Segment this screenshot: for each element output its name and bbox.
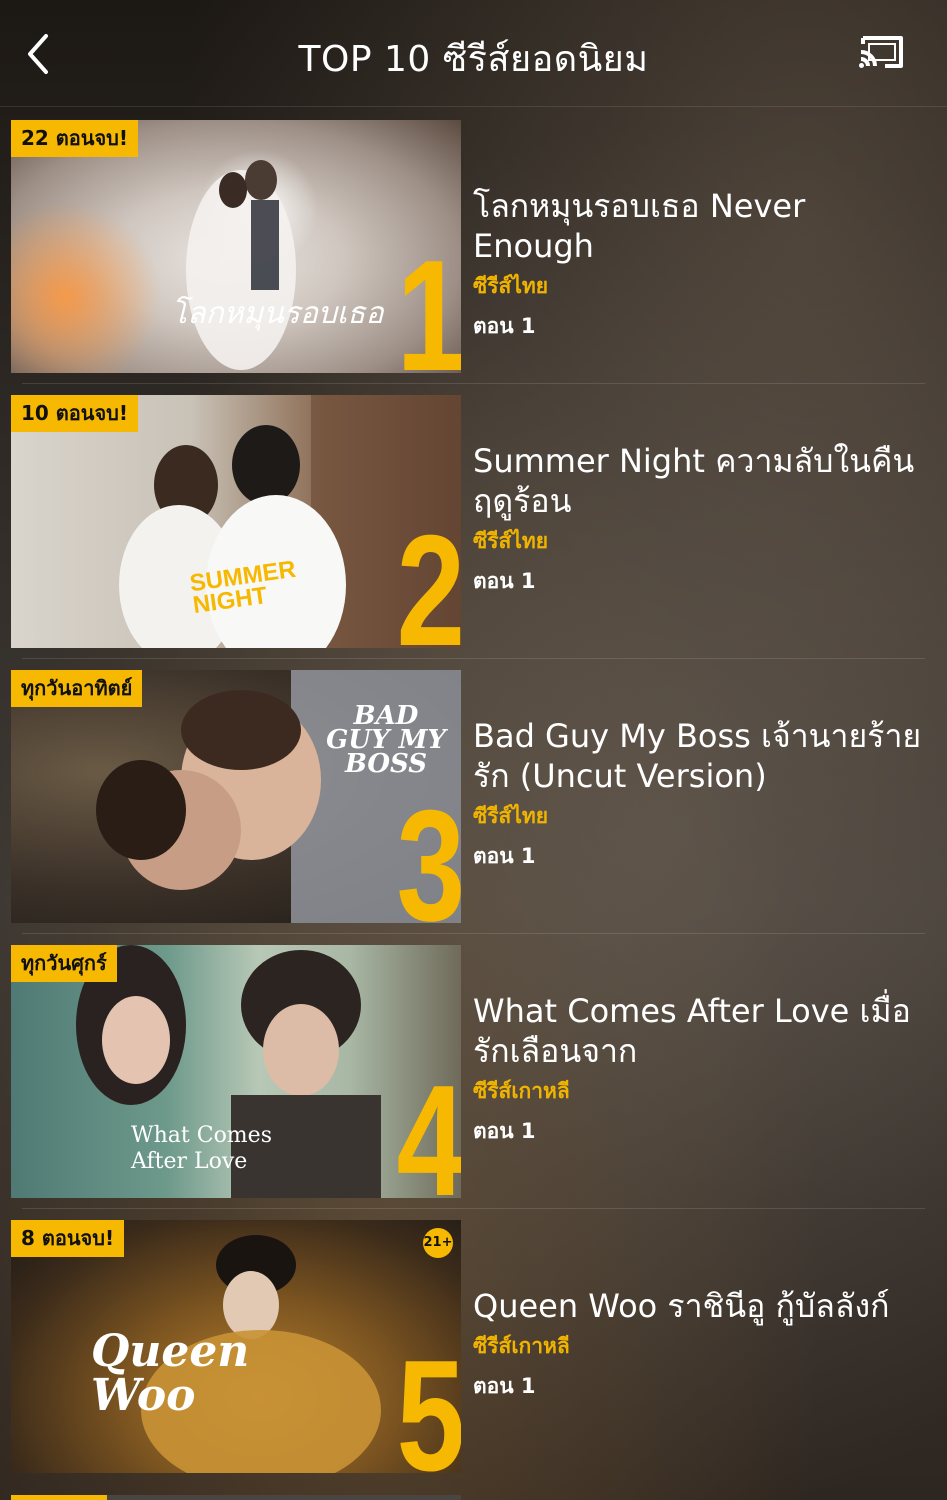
list-item[interactable]: Queen Woo 21+ 5 8 ตอนจบ! Queen Woo ราชิน… bbox=[0, 1208, 947, 1495]
episode-label: ตอน 1 bbox=[473, 1119, 536, 1143]
category-label: ซีรีส์ไทย bbox=[473, 529, 549, 553]
show-title[interactable]: Bad Guy My Boss เจ้านายร้ายรัก (Uncut Ve… bbox=[473, 716, 933, 796]
rank-number: 4 bbox=[396, 1053, 461, 1198]
status-badge: 22 ตอนจบ! bbox=[11, 120, 139, 157]
show-title[interactable]: Queen Woo ราชินีอู กู้บัลลังก์ bbox=[473, 1286, 933, 1326]
item-info: Summer Night ความลับในคืนฤดูร้อน ซีรีส์ไ… bbox=[473, 441, 933, 595]
rank-number: 2 bbox=[396, 503, 461, 648]
top10-list: โลกหมุนรอบเธอ 1 22 ตอนจบ! โลกหมุนรอบเธอ … bbox=[0, 120, 947, 1495]
status-badge: ทุกวันศุกร์ bbox=[11, 945, 117, 982]
episode-label: ตอน 1 bbox=[473, 1374, 536, 1398]
episode-label: ตอน 1 bbox=[473, 844, 536, 868]
next-item-peek bbox=[11, 1495, 461, 1500]
list-item[interactable]: โลกหมุนรอบเธอ 1 22 ตอนจบ! โลกหมุนรอบเธอ … bbox=[0, 120, 947, 395]
cast-button[interactable] bbox=[857, 30, 907, 74]
cast-icon bbox=[859, 36, 903, 68]
show-title[interactable]: Summer Night ความลับในคืนฤดูร้อน bbox=[473, 441, 933, 521]
show-logo: โลกหมุนรอบเธอ bbox=[171, 296, 384, 331]
show-logo: What Comes After Love bbox=[131, 1123, 272, 1174]
category-label: ซีรีส์ไทย bbox=[473, 274, 549, 298]
show-title[interactable]: What Comes After Love เมื่อรักเลือนจาก bbox=[473, 991, 933, 1071]
status-badge: 8 ตอนจบ! bbox=[11, 1220, 125, 1257]
show-logo: BAD GUY MY BOSS bbox=[326, 701, 446, 779]
show-logo: Queen Woo bbox=[91, 1326, 250, 1421]
top-bar: TOP 10 ซีรีส์ยอดนิยม bbox=[0, 0, 947, 107]
rank-number: 3 bbox=[396, 778, 461, 923]
item-info: โลกหมุนรอบเธอ Never Enough ซีรีส์ไทย ตอน… bbox=[473, 186, 933, 340]
item-info: Queen Woo ราชินีอู กู้บัลลังก์ ซีรีส์เกา… bbox=[473, 1286, 933, 1400]
rank-number: 5 bbox=[396, 1328, 461, 1473]
item-info: What Comes After Love เมื่อรักเลือนจาก ซ… bbox=[473, 991, 933, 1145]
rank-number: 1 bbox=[396, 228, 461, 373]
category-label: ซีรีส์ไทย bbox=[473, 804, 549, 828]
poster-thumbnail[interactable]: โลกหมุนรอบเธอ 1 bbox=[11, 120, 461, 373]
status-badge: ทุกวันอาทิตย์ bbox=[11, 670, 143, 707]
item-info: Bad Guy My Boss เจ้านายร้ายรัก (Uncut Ve… bbox=[473, 716, 933, 870]
age-rating-badge: 21+ bbox=[423, 1228, 453, 1258]
poster-thumbnail[interactable]: What Comes After Love 4 bbox=[11, 945, 461, 1198]
page-title: TOP 10 ซีรีส์ยอดนิยม bbox=[298, 39, 649, 80]
episode-label: ตอน 1 bbox=[473, 314, 536, 338]
list-item[interactable]: BAD GUY MY BOSS 3 ทุกวันอาทิตย์ Bad Guy … bbox=[0, 658, 947, 945]
list-item[interactable]: SUMMER NIGHT 2 10 ตอนจบ! Summer Night คว… bbox=[0, 383, 947, 670]
list-item[interactable]: What Comes After Love 4 ทุกวันศุกร์ What… bbox=[0, 933, 947, 1220]
poster-thumbnail[interactable]: SUMMER NIGHT 2 bbox=[11, 395, 461, 648]
status-badge: 10 ตอนจบ! bbox=[11, 395, 139, 432]
show-title[interactable]: โลกหมุนรอบเธอ Never Enough bbox=[473, 186, 933, 266]
poster-thumbnail[interactable]: BAD GUY MY BOSS 3 bbox=[11, 670, 461, 923]
poster-thumbnail[interactable]: Queen Woo 21+ 5 bbox=[11, 1220, 461, 1473]
category-label: ซีรีส์เกาหลี bbox=[473, 1334, 570, 1358]
category-label: ซีรีส์เกาหลี bbox=[473, 1079, 570, 1103]
episode-label: ตอน 1 bbox=[473, 569, 536, 593]
